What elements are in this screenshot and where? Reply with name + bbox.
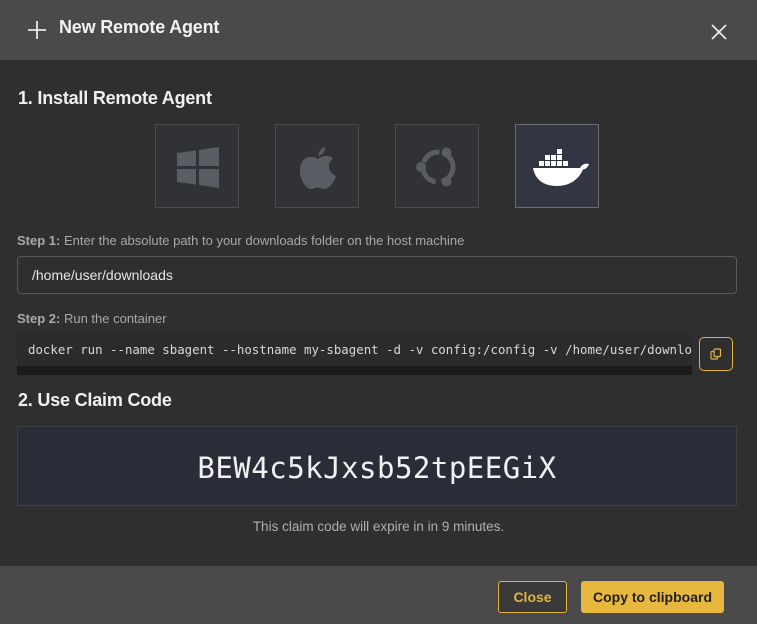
dialog-footer: Close Copy to clipboard	[0, 566, 757, 624]
claim-heading: 2. Use Claim Code	[18, 390, 172, 410]
claim-expiry-text: This claim code will expire in in 9 minu…	[252, 519, 505, 534]
command-scrollbar[interactable]	[17, 366, 692, 375]
copy-command-button[interactable]	[699, 337, 733, 371]
platform-tile-macos[interactable]	[275, 124, 359, 208]
downloads-path-input[interactable]	[17, 256, 737, 294]
copy-to-clipboard-button[interactable]: Copy to clipboard	[581, 581, 724, 613]
close-icon[interactable]	[709, 22, 729, 42]
step1-label: Step 1: Enter the absolute path to your …	[17, 233, 464, 248]
dialog-header: New Remote Agent	[0, 0, 757, 60]
claim-code-box: BEW4c5kJxsb52tpEEGiX	[17, 426, 737, 506]
step2-label-text: Run the container	[60, 311, 167, 326]
dialog-title: New Remote Agent	[59, 17, 220, 37]
step2-label-bold: Step 2:	[17, 311, 61, 326]
platform-tile-windows[interactable]	[155, 124, 239, 208]
close-button[interactable]: Close	[498, 581, 567, 613]
docker-icon	[533, 149, 589, 186]
new-remote-agent-dialog: New Remote Agent 1. Install Remote Agent	[0, 0, 757, 624]
docker-command-box: docker run --name sbagent --hostname my-…	[17, 333, 692, 375]
install-heading: 1. Install Remote Agent	[18, 88, 212, 108]
ubuntu-icon	[416, 147, 456, 187]
docker-command-text: docker run --name sbagent --hostname my-…	[28, 342, 692, 357]
copy-icon	[710, 348, 722, 360]
platform-tile-ubuntu[interactable]	[395, 124, 479, 208]
plus-icon	[28, 21, 46, 39]
windows-icon	[177, 147, 219, 188]
platform-tile-docker[interactable]	[515, 124, 599, 208]
step1-label-bold: Step 1:	[17, 233, 61, 248]
claim-code: BEW4c5kJxsb52tpEEGiX	[197, 451, 557, 485]
step1-label-text: Enter the absolute path to your download…	[60, 233, 465, 248]
step2-label: Step 2: Run the container	[17, 311, 167, 326]
apple-icon	[299, 147, 336, 189]
